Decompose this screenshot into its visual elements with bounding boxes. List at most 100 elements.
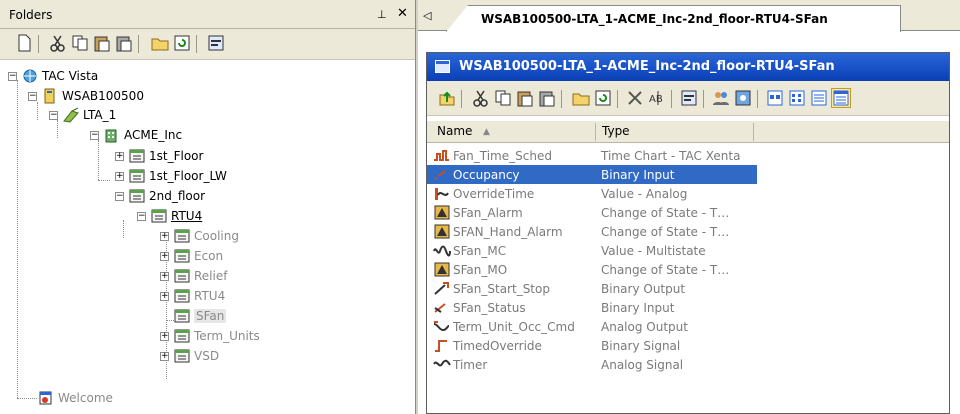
expand-toggle[interactable]: + [160,271,169,281]
row-type: Change of State - T… [601,262,730,277]
row-type: Value - Analog [601,186,688,201]
list-row-timedoverride[interactable]: TimedOverride Binary Signal [427,336,757,355]
folder-grid-icon [129,169,145,183]
cut-icon[interactable] [471,88,491,108]
list-row-term-unit-occ-cmd[interactable]: Term_Unit_Occ_Cmd Analog Output [427,317,757,336]
view-large-icons-icon[interactable] [765,88,785,108]
users-icon[interactable] [711,88,731,108]
paste-icon[interactable] [92,33,112,53]
tree-item-acme-inc[interactable]: − ACME_Inc [90,125,182,145]
delete-icon[interactable] [625,88,645,108]
list-row-overridetime[interactable]: OverrideTime Value - Analog [427,184,757,203]
copy-icon[interactable] [493,88,513,108]
tree-item-wsab100500[interactable]: − WSAB100500 [28,86,144,106]
lta-icon [63,107,79,123]
tree-item-label: 2nd_floor [149,189,206,203]
expand-toggle[interactable]: + [160,291,169,301]
properties-icon[interactable] [206,33,226,53]
collapse-toggle[interactable]: − [90,130,99,140]
paste-icon[interactable] [515,88,535,108]
tree-item-term-units[interactable]: + Term_Units [160,326,260,346]
tree-item-relief[interactable]: + Relief [160,266,227,286]
tree-item-vsd[interactable]: + VSD [160,346,219,366]
binary-signal-icon [435,340,447,352]
row-name: SFan_MO [453,262,508,277]
close-pane-icon[interactable]: ✕ [397,6,408,21]
new-document-icon[interactable] [14,33,34,53]
tree-item-1st-floor[interactable]: + 1st_Floor [115,146,203,166]
collapse-toggle[interactable]: − [28,91,37,101]
folder-tree: − TAC Vista − WSAB100500 − LTA_1 − ACME_… [0,62,415,414]
paste-special-icon[interactable] [114,33,134,53]
expand-toggle[interactable]: + [160,251,169,261]
tree-item-label: Cooling [194,229,239,243]
list-row-sfan-mc[interactable]: SFan_MC Value - Multistate [427,241,757,260]
tree-item-rtu4[interactable]: − RTU4 [137,206,202,226]
list-row-fan-time-sched[interactable]: Fan_Time_Sched Time Chart - TAC Xenta [427,146,757,165]
rename-icon[interactable]: AB [647,88,667,108]
document-tab-bar: ◁ WSAB100500-LTA_1-ACME_Inc-2nd_floor-RT… [418,0,960,32]
tree-item-label: TAC Vista [42,69,99,83]
tree-item-tac-vista[interactable]: − TAC Vista [8,66,98,86]
view-small-icons-icon[interactable] [787,88,807,108]
tree-item-rtu4-sub[interactable]: + RTU4 [160,286,225,306]
tree-item-welcome[interactable]: Welcome [37,388,113,408]
up-folder-icon[interactable] [437,88,457,108]
cut-icon[interactable] [48,33,68,53]
collapse-toggle[interactable]: − [115,191,124,201]
list-row-timer[interactable]: Timer Analog Signal [427,355,757,374]
column-header-type[interactable]: Type [602,124,630,138]
paste-special-icon[interactable] [537,88,557,108]
expand-toggle[interactable]: + [160,331,169,341]
open-folder-icon[interactable] [150,33,170,53]
tree-item-sfan[interactable]: SFan [173,306,227,326]
list-row-sfan-hand-alarm[interactable]: SFAN_Hand_Alarm Change of State - T… [427,222,757,241]
row-name: SFan_Start_Stop [453,281,550,296]
settings-icon[interactable] [733,88,753,108]
expand-toggle[interactable]: + [160,351,169,361]
toolbar-separator [38,35,39,53]
column-header-name[interactable]: Name [437,124,472,138]
folder-grid-icon [174,269,190,283]
properties-icon[interactable] [679,88,699,108]
collapse-toggle[interactable]: − [49,110,58,120]
document-tab[interactable]: WSAB100500-LTA_1-ACME_Inc-2nd_floor-RTU4… [446,5,901,32]
pin-icon[interactable]: ⊥ [377,8,387,21]
window-toolbar: AB [427,81,949,116]
list-header: Name ▲ Type [427,121,949,143]
alarm-icon [434,262,450,277]
tree-item-1st-floor-lw[interactable]: + 1st_Floor_LW [115,166,227,186]
folder-grid-icon [174,349,190,363]
tree-item-lta-1[interactable]: − LTA_1 [49,105,116,125]
copy-icon[interactable] [70,33,90,53]
list-row-sfan-mo[interactable]: SFan_MO Change of State - T… [427,260,757,279]
tree-item-2nd-floor[interactable]: − 2nd_floor [115,186,205,206]
expand-toggle[interactable]: + [160,231,169,241]
tab-scroll-left-icon[interactable]: ◁ [423,9,431,22]
collapse-toggle[interactable]: − [8,71,17,81]
column-divider[interactable] [753,123,754,141]
view-details-icon[interactable] [831,88,851,108]
list-row-occupancy[interactable]: Occupancy Binary Input [427,165,757,184]
list-row-sfan-start-stop[interactable]: SFan_Start_Stop Binary Output [427,279,757,298]
view-list-icon[interactable] [809,88,829,108]
column-divider[interactable] [595,123,596,141]
row-name: SFan_Status [453,300,526,315]
row-type: Change of State - T… [601,224,730,239]
open-folder-icon[interactable] [571,88,591,108]
tree-item-label: Term_Units [194,329,260,343]
expand-toggle[interactable]: + [115,151,124,161]
toolbar-separator [138,35,139,53]
folders-toolbar [0,29,415,60]
refresh-icon[interactable] [593,88,613,108]
row-name: Timer [453,357,488,372]
list-row-sfan-alarm[interactable]: SFan_Alarm Change of State - T… [427,203,757,222]
expand-toggle[interactable]: + [115,171,124,181]
row-type: Binary Input [601,300,675,315]
folders-pane: Folders ⊥ ✕ − TAC Vista − WSAB100500 − L… [0,0,416,414]
list-row-sfan-status[interactable]: SFan_Status Binary Input [427,298,757,317]
tree-item-cooling[interactable]: + Cooling [160,226,239,246]
refresh-icon[interactable] [172,33,192,53]
tree-item-econ[interactable]: + Econ [160,246,223,266]
collapse-toggle[interactable]: − [137,211,146,221]
